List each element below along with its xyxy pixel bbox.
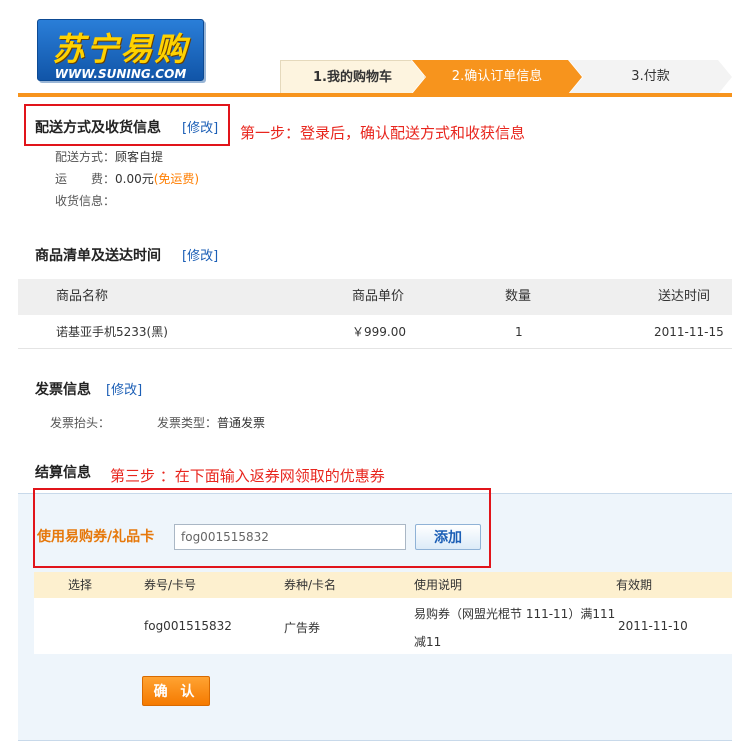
- delivery-method-value: 顾客自提: [115, 150, 164, 164]
- coupon-code: fog001515832: [144, 619, 232, 633]
- product-price: ￥999.00: [352, 325, 406, 339]
- column-header: 送达时间: [658, 289, 711, 304]
- coupon-label: 使用易购券/礼品卡: [37, 529, 155, 545]
- confirm-button[interactable]: 确 认: [142, 676, 210, 706]
- coupon-expiry: 2011-11-10: [618, 619, 688, 633]
- settlement-section-title: 结算信息: [35, 465, 91, 481]
- delivery-fee-label: 运 费：: [55, 172, 116, 186]
- step-cart[interactable]: 1.我的购物车: [280, 60, 425, 94]
- table-row: fog001515832 广告券 易购券（网盟光棍节 111-11）满111 减…: [34, 598, 732, 654]
- invoice-header-row: 发票抬头：: [50, 414, 110, 431]
- goods-edit-link[interactable]: [修改]: [182, 245, 218, 264]
- delivery-date: 2011-11-15: [654, 325, 724, 339]
- step-payment: 3.付款: [569, 60, 732, 94]
- column-header: 数量: [505, 289, 532, 304]
- step-confirm-order: 2.确认订单信息: [412, 60, 582, 94]
- delivery-section-title: 配送方式及收货信息: [35, 120, 161, 136]
- steps-divider: [18, 93, 732, 97]
- column-header: 选择: [68, 578, 93, 592]
- product-name[interactable]: 诺基亚手机5233(黑): [56, 315, 168, 349]
- invoice-header-label: 发票抬头：: [50, 416, 111, 430]
- delivery-fee-value: 0.00元: [115, 172, 154, 186]
- delivery-fee-row: 运 费：0.00元(免运费): [55, 170, 199, 187]
- column-header: 商品名称: [56, 289, 109, 304]
- column-header: 使用说明: [414, 578, 463, 592]
- delivery-method-label: 配送方式：: [55, 150, 116, 164]
- coupon-description-line1: 易购券（网盟光棍节 111-11）满111: [414, 607, 616, 621]
- invoice-type-row: 发票类型：普通发票: [157, 414, 265, 431]
- invoice-edit-link[interactable]: [修改]: [106, 379, 142, 398]
- invoice-type-value: 普通发票: [217, 416, 266, 430]
- delivery-method-row: 配送方式：顾客自提: [55, 148, 163, 165]
- column-header: 券号/卡号: [144, 578, 197, 592]
- column-header: 券种/卡名: [284, 578, 337, 592]
- coupon-table-header: 选择 券号/卡号 券种/卡名 使用说明 有效期: [34, 572, 732, 598]
- goods-section-title: 商品清单及送达时间: [35, 248, 161, 264]
- coupon-select-checkbox[interactable]: [68, 619, 80, 631]
- invoice-type-label: 发票类型：: [157, 416, 218, 430]
- column-header: 商品单价: [352, 289, 405, 304]
- coupon-kind: 广告券: [284, 621, 321, 635]
- invoice-section-title: 发票信息: [35, 382, 91, 398]
- logo-url-text: WWW.SUNING.COM: [54, 67, 187, 81]
- delivery-address-label: 收货信息：: [55, 194, 116, 208]
- step1-annotation: 第一步：登录后，确认配送方式和收获信息: [240, 124, 526, 142]
- checkout-steps: 1.我的购物车 3.付款 2.确认订单信息: [280, 60, 732, 94]
- table-row: 诺基亚手机5233(黑) ￥999.00 1 2011-11-15: [18, 315, 732, 349]
- product-quantity: 1: [515, 325, 523, 339]
- coupon-description-line2: 减11: [414, 635, 442, 649]
- delivery-address-row: 收货信息：: [55, 192, 115, 209]
- coupon-code-input[interactable]: [174, 524, 406, 550]
- column-header: 有效期: [616, 578, 653, 592]
- delivery-edit-link[interactable]: [修改]: [182, 117, 218, 136]
- free-shipping-note: (免运费): [153, 172, 200, 186]
- goods-table-header: 商品名称 商品单价 数量 送达时间: [18, 279, 732, 315]
- logo-brand-text: 苏宁易购: [52, 30, 189, 68]
- add-coupon-button[interactable]: 添加: [415, 524, 481, 550]
- step3-annotation: 第三步 ：在下面输入返券网领取的优惠券: [110, 467, 385, 485]
- suning-logo[interactable]: 苏宁易购 WWW.SUNING.COM: [37, 19, 204, 81]
